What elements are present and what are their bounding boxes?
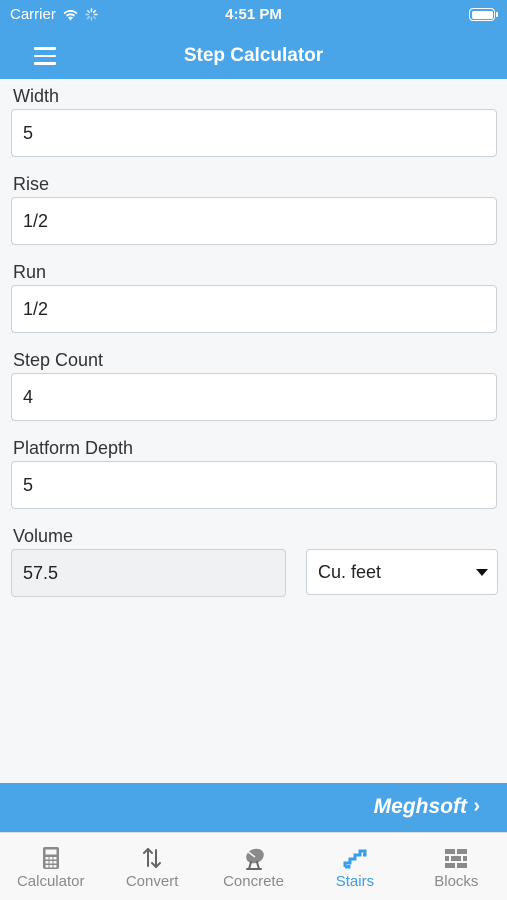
tab-label-concrete: Concrete [223,873,284,890]
blocks-icon [445,849,468,868]
tab-convert[interactable]: Convert [101,833,202,900]
platform-depth-input[interactable] [11,461,497,509]
run-input[interactable] [11,285,497,333]
volume-output [11,549,286,597]
banner-brand-text: Meghsoft [373,795,467,818]
step-count-input[interactable] [11,373,497,421]
tab-label-calculator: Calculator [16,873,85,890]
app-header: Carrier 4:51 PM Step Calculator [0,0,507,79]
chevron-right-icon: › [473,795,480,817]
width-input[interactable] [11,109,497,157]
step-count-label: Step Count [13,350,104,370]
rise-label: Rise [13,174,50,194]
page-title: Step Calculator [183,45,324,66]
tab-label-convert: Convert [125,873,179,890]
stairs-icon [343,849,367,869]
navbar: Step Calculator [0,34,507,78]
tab-label-blocks: Blocks [434,873,479,890]
status-bar: Carrier 4:51 PM [0,0,507,30]
volume-unit-select[interactable]: Cu. feet [306,549,498,595]
calculator-icon [42,847,59,869]
tab-blocks[interactable]: Blocks [406,833,507,900]
tab-stairs[interactable]: Stairs [304,833,405,900]
tab-bar: Calculator Convert Concrete Stairs Block… [0,832,507,900]
platform-depth-label: Platform Depth [13,438,134,458]
concrete-mixer-icon [245,848,264,870]
volume-unit-value: Cu. feet [318,562,382,582]
tab-label-stairs: Stairs [335,873,375,890]
volume-label: Volume [13,526,74,546]
status-time: 4:51 PM [225,6,282,23]
run-label: Run [13,262,47,282]
rise-input[interactable] [11,197,497,245]
tab-concrete[interactable]: Concrete [203,833,304,900]
convert-arrows-icon [143,848,162,868]
dropdown-caret-icon [476,569,488,576]
tab-calculator[interactable]: Calculator [0,833,101,900]
battery-icon [469,8,498,21]
width-label: Width [13,86,60,106]
meghsoft-banner[interactable]: Meghsoft › [0,783,507,832]
